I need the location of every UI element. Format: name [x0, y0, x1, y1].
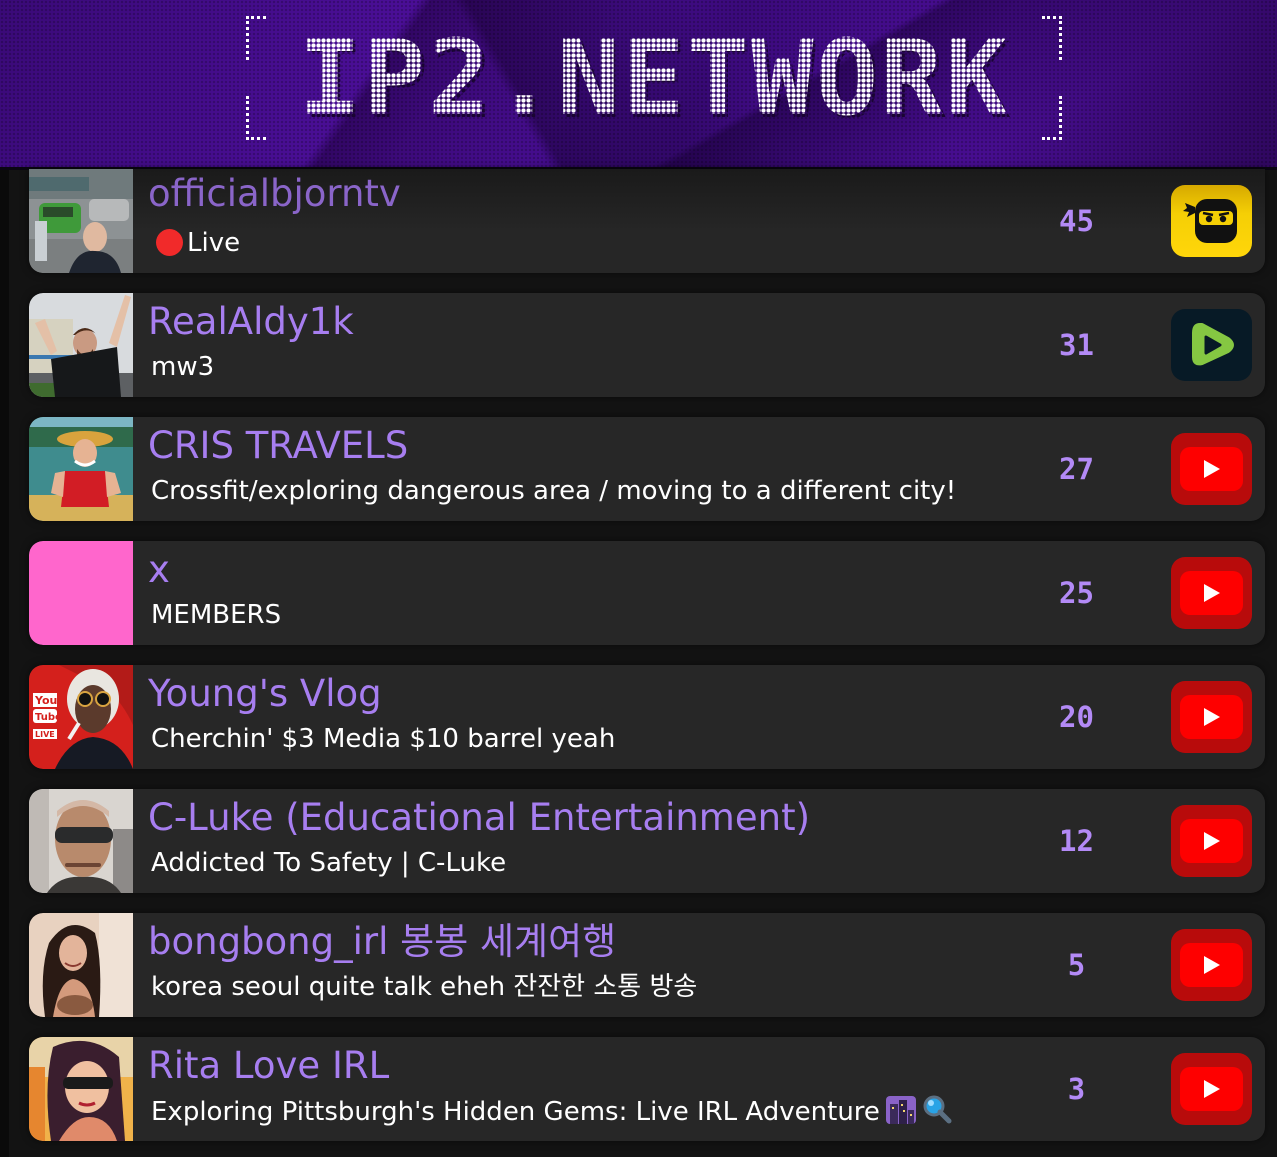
page: IP2.NETWORK officialbjorntv Live 45 Real… [0, 0, 1277, 1157]
viewer-count: 12 [1059, 824, 1094, 858]
cityscape-emoji-icon [885, 1096, 916, 1133]
viewer-count: 31 [1059, 328, 1094, 362]
stream-row[interactable]: You Tube LIVE Young's Vlog Cherchin' $3 … [29, 665, 1265, 769]
stream-title: Crossfit/exploring dangerous area / movi… [151, 476, 957, 506]
streamer-name[interactable]: officialbjorntv [148, 171, 401, 217]
stream-row[interactable]: RealAldy1k mw3 31 [29, 293, 1265, 397]
left-rail [0, 0, 9, 1157]
youtube-icon[interactable] [1171, 681, 1252, 753]
viewer-count: 45 [1059, 204, 1094, 238]
stream-title: MEMBERS [151, 600, 282, 630]
viewer-count: 27 [1059, 452, 1094, 486]
stream-title: Exploring Pittsburgh's Hidden Gems: Live… [151, 1094, 952, 1133]
streamer-name[interactable]: bongbong_irl 봉봉 세계여행 [148, 919, 616, 965]
youtube-icon[interactable] [1171, 805, 1252, 877]
youtube-live-avatar-thumbnail[interactable]: You Tube LIVE [29, 665, 133, 769]
stream-row[interactable]: Rita Love IRL Exploring Pittsburgh's Hid… [29, 1037, 1265, 1141]
streamer-name[interactable]: Rita Love IRL [148, 1043, 389, 1089]
svg-text:You: You [34, 694, 57, 707]
youtube-icon[interactable] [1171, 557, 1252, 629]
stream-row[interactable]: x MEMBERS 25 [29, 541, 1265, 645]
streamer-name[interactable]: RealAldy1k [148, 299, 354, 345]
streamer-name[interactable]: C-Luke (Educational Entertainment) [148, 795, 810, 841]
stream-title-text: Exploring Pittsburgh's Hidden Gems: Live… [151, 1097, 880, 1127]
viewer-count: 5 [1067, 948, 1086, 982]
magnifying-glass-emoji-icon [922, 1094, 952, 1133]
pink-placeholder-thumbnail[interactable] [29, 541, 133, 645]
stream-title: Addicted To Safety | C-Luke [151, 848, 507, 878]
kick-icon[interactable] [1171, 185, 1252, 257]
streamer-name[interactable]: x [148, 547, 170, 593]
site-header: IP2.NETWORK [0, 0, 1277, 170]
viewer-count: 3 [1067, 1072, 1086, 1106]
street-selfie-thumbnail[interactable] [29, 169, 133, 273]
rumble-icon[interactable] [1171, 309, 1252, 381]
stream-title: Cherchin' $3 Media $10 barrel yeah [151, 724, 616, 754]
sunglasses-car-thumbnail[interactable] [29, 789, 133, 893]
svg-text:LIVE: LIVE [35, 730, 55, 739]
stream-row[interactable]: C-Luke (Educational Entertainment) Addic… [29, 789, 1265, 893]
streamer-name[interactable]: Young's Vlog [148, 671, 382, 717]
stream-title: mw3 [151, 352, 215, 382]
anime-art-thumbnail[interactable] [29, 1037, 133, 1141]
streamer-name[interactable]: CRIS TRAVELS [148, 423, 408, 469]
man-arms-raised-thumbnail[interactable] [29, 293, 133, 397]
svg-text:Tube: Tube [35, 712, 62, 723]
youtube-icon[interactable] [1171, 433, 1252, 505]
boat-river-thumbnail[interactable] [29, 417, 133, 521]
logo-text: IP2.NETWORK [298, 17, 1010, 139]
youtube-icon[interactable] [1171, 1053, 1252, 1125]
live-label: Live [187, 228, 241, 258]
stream-row[interactable]: officialbjorntv Live 45 [29, 169, 1265, 273]
stream-status: Live [151, 226, 240, 260]
live-dot-icon [156, 229, 183, 256]
site-logo[interactable]: IP2.NETWORK [246, 16, 1062, 140]
stream-row[interactable]: CRIS TRAVELS Crossfit/exploring dangerou… [29, 417, 1265, 521]
stream-title: korea seoul quite talk eheh 잔잔한 소통 방송 [151, 972, 698, 1002]
woman-portrait-thumbnail[interactable] [29, 913, 133, 1017]
youtube-icon[interactable] [1171, 929, 1252, 1001]
viewer-count: 25 [1059, 576, 1094, 610]
stream-row[interactable]: bongbong_irl 봉봉 세계여행 korea seoul quite t… [29, 913, 1265, 1017]
viewer-count: 20 [1059, 700, 1094, 734]
